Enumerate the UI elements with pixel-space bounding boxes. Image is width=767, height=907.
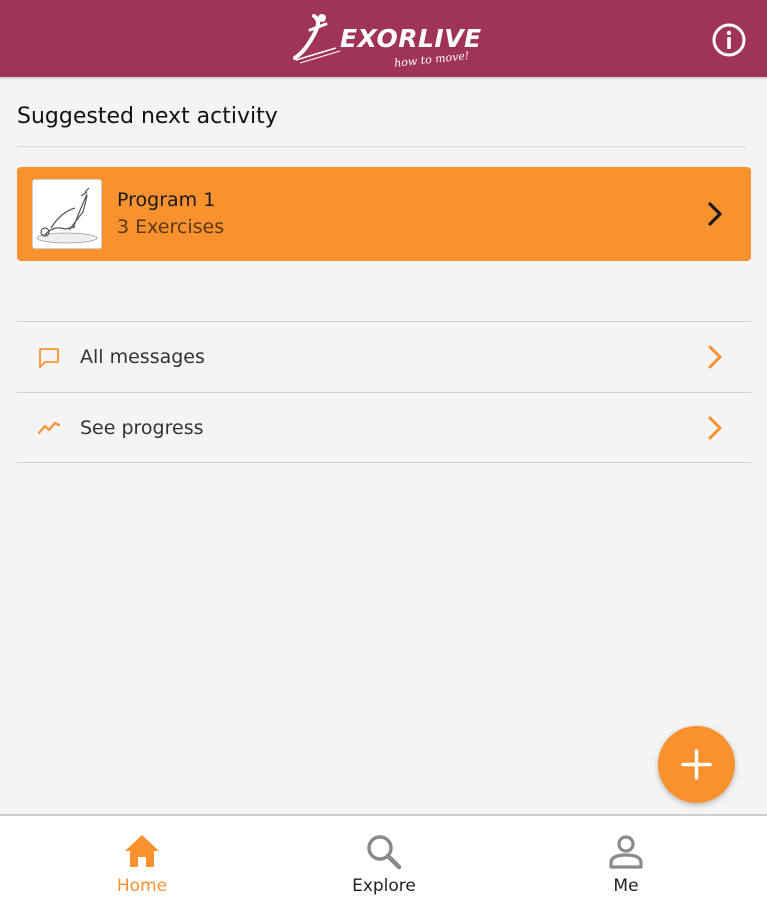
list-item-label: See progress: [80, 417, 204, 439]
nav-label: Home: [116, 876, 168, 896]
logo-wordmark: EXORLIVE: [340, 24, 482, 53]
program-card[interactable]: Program 1 3 Exercises: [17, 167, 751, 261]
nav-label: Me: [613, 876, 639, 896]
plus-icon: [681, 749, 712, 780]
message-icon: [39, 348, 59, 368]
nav-item-home[interactable]: Home: [62, 816, 222, 907]
exercise-illustration-icon: [36, 187, 98, 244]
list-item-label: All messages: [80, 346, 205, 368]
progress-chart-icon: [37, 421, 61, 435]
list-item-see-progress[interactable]: See progress: [17, 392, 751, 463]
person-icon: [609, 835, 643, 869]
add-button[interactable]: [658, 726, 735, 803]
info-button[interactable]: [711, 22, 747, 58]
program-thumbnail: [32, 179, 102, 249]
search-icon: [367, 835, 402, 870]
home-icon: [125, 835, 159, 867]
chevron-right-icon: [708, 416, 722, 440]
divider: [17, 146, 746, 147]
chevron-right-icon: [708, 345, 722, 369]
program-exercise-count: 3 Exercises: [117, 216, 225, 238]
section-title: Suggested next activity: [17, 104, 278, 129]
nav-item-explore[interactable]: Explore: [304, 816, 464, 907]
nav-item-me[interactable]: Me: [546, 816, 706, 907]
chevron-right-icon: [708, 202, 722, 226]
nav-label: Explore: [352, 876, 416, 896]
info-icon: [712, 23, 746, 57]
exorlive-logo: EXORLIVE how to move!: [290, 12, 490, 70]
program-name: Program 1: [117, 189, 216, 211]
bottom-navigation: Home Explore Me: [0, 814, 767, 907]
list-item-all-messages[interactable]: All messages: [17, 321, 751, 392]
app-header: EXORLIVE how to move!: [0, 0, 767, 79]
shortcut-list: All messages See progress: [17, 321, 751, 463]
